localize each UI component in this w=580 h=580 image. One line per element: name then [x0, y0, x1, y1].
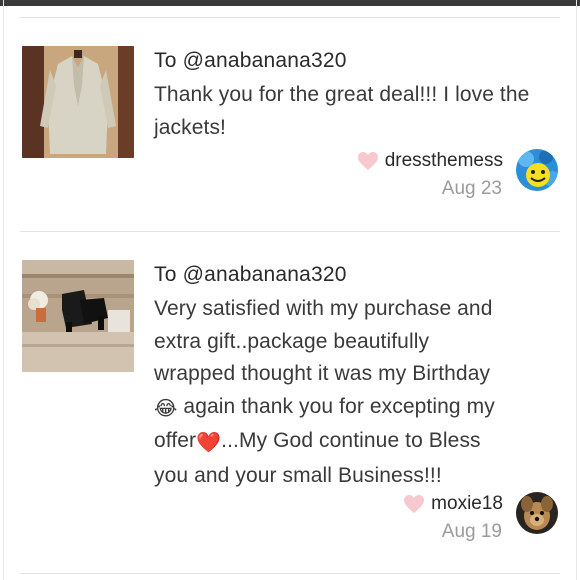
- review-text-line: extra gift..package beautifully: [154, 329, 430, 353]
- jacket-photo-icon: [22, 46, 134, 158]
- review-text-segment: again thank you for excepting my: [183, 394, 495, 418]
- review-date: Aug 19: [441, 521, 502, 542]
- author-avatar[interactable]: [516, 149, 558, 191]
- review-text-segment: ...My God continue to Bless: [221, 429, 481, 452]
- author-avatar[interactable]: [516, 492, 558, 534]
- author-row: moxie18: [403, 491, 503, 517]
- review-text-line: Very satisfied with my purchase and: [154, 297, 493, 320]
- recipient-line: To @anabanana320: [154, 49, 347, 72]
- review-text-line: 😂 again thank you for excepting my: [154, 391, 564, 426]
- red-heart-emoji-icon: ❤️: [196, 432, 222, 454]
- recipient-line: To @anabanana320: [154, 263, 347, 286]
- divider: [20, 231, 560, 232]
- author-username[interactable]: dressthemess: [385, 150, 503, 172]
- divider: [20, 573, 560, 574]
- blue-smiley-avatar-icon: [516, 149, 558, 191]
- review-text-segment: offer: [154, 429, 197, 452]
- listing-thumbnail[interactable]: [22, 46, 134, 158]
- divider: [20, 17, 560, 18]
- laughing-emoji-icon: 😂: [154, 397, 178, 420]
- review-text-line: you and your small Business!!!: [154, 463, 442, 487]
- heart-icon[interactable]: [403, 494, 425, 514]
- review-text: Very satisfied with my purchase and extr…: [154, 293, 564, 492]
- sandals-photo-icon: [22, 260, 134, 372]
- top-bar: [0, 0, 580, 6]
- review-text: Thank you for the great deal!!! I love t…: [154, 83, 530, 139]
- dog-photo-avatar-icon: [516, 492, 558, 534]
- review-date: Aug 23: [441, 178, 502, 199]
- author-row: dressthemess: [357, 148, 503, 174]
- listing-thumbnail[interactable]: [22, 260, 134, 372]
- right-border: [576, 0, 577, 580]
- heart-icon[interactable]: [357, 151, 379, 171]
- left-border: [3, 0, 4, 580]
- review-text-line: wrapped thought it was my Birthday: [154, 362, 491, 385]
- author-username[interactable]: moxie18: [431, 493, 503, 515]
- review-text-line: offer❤️...My God continue to Bless: [154, 425, 564, 460]
